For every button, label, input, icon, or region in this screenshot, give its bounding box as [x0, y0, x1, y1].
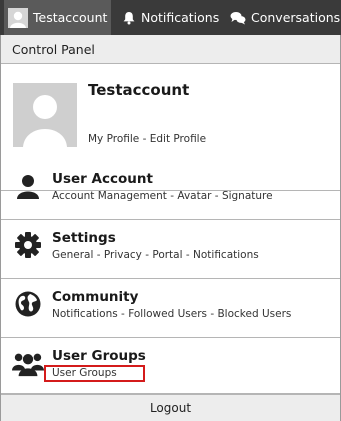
globe-icon: [15, 291, 41, 317]
separator: -: [211, 190, 222, 202]
default-avatar-icon: [13, 83, 77, 147]
users-icon: [12, 353, 44, 377]
account-label: Testaccount: [33, 10, 108, 25]
user-icon: [17, 175, 39, 199]
notifications-button[interactable]: Notifications: [122, 0, 219, 35]
section-title[interactable]: Settings: [52, 230, 116, 246]
separator: -: [93, 249, 104, 261]
signature-link[interactable]: Signature: [222, 190, 273, 202]
notifications-settings-link[interactable]: Notifications: [193, 249, 259, 261]
profile-links: My Profile - Edit Profile: [88, 133, 206, 145]
separator: -: [166, 190, 178, 202]
separator: -: [182, 249, 193, 261]
bell-icon: [123, 11, 135, 24]
separator: -: [139, 133, 150, 145]
chat-bubbles-icon: [230, 11, 246, 24]
gear-icon: [15, 232, 41, 258]
top-navigation-bar: Testaccount Notifications Conversations: [0, 0, 341, 35]
section-links: User Groups: [52, 367, 117, 379]
notifications-label: Notifications: [141, 10, 220, 25]
section-links: Account Management - Avatar - Signature: [52, 190, 273, 202]
section-title[interactable]: Community: [52, 289, 138, 305]
logout-button[interactable]: Logout: [1, 394, 340, 421]
user-groups-link[interactable]: User Groups: [52, 367, 117, 379]
control-panel-dropdown: Control Panel Testaccount My Profile - E…: [0, 35, 341, 421]
separator: -: [117, 308, 129, 320]
separator: -: [141, 249, 153, 261]
conversations-button[interactable]: Conversations: [230, 0, 340, 35]
section-user-account: User Account Account Management - Avatar…: [1, 161, 340, 220]
edit-profile-link[interactable]: Edit Profile: [150, 133, 206, 145]
conversations-label: Conversations: [251, 10, 341, 25]
profile-name[interactable]: Testaccount: [88, 81, 189, 99]
account-management-link[interactable]: Account Management: [52, 190, 167, 202]
privacy-link[interactable]: Privacy: [104, 249, 142, 261]
section-links: General - Privacy - Portal - Notificatio…: [52, 249, 259, 261]
section-title[interactable]: User Groups: [52, 348, 146, 364]
portal-link[interactable]: Portal: [152, 249, 182, 261]
section-user-groups: User Groups User Groups: [1, 338, 340, 394]
community-notifications-link[interactable]: Notifications: [52, 308, 118, 320]
account-menu-button[interactable]: Testaccount: [4, 0, 111, 35]
section-title[interactable]: User Account: [52, 171, 153, 187]
section-settings: Settings General - Privacy - Portal - No…: [1, 220, 340, 279]
profile-avatar[interactable]: [13, 83, 77, 147]
my-profile-link[interactable]: My Profile: [88, 133, 139, 145]
account-avatar-icon: [8, 7, 28, 28]
followed-users-link[interactable]: Followed Users: [128, 308, 207, 320]
general-link[interactable]: General: [52, 249, 93, 261]
panel-header: Control Panel: [1, 35, 340, 64]
avatar-link[interactable]: Avatar: [177, 190, 211, 202]
section-community: Community Notifications - Followed Users…: [1, 279, 340, 338]
section-links: Notifications - Followed Users - Blocked…: [52, 308, 291, 320]
separator: -: [207, 308, 218, 320]
blocked-users-link[interactable]: Blocked Users: [217, 308, 291, 320]
